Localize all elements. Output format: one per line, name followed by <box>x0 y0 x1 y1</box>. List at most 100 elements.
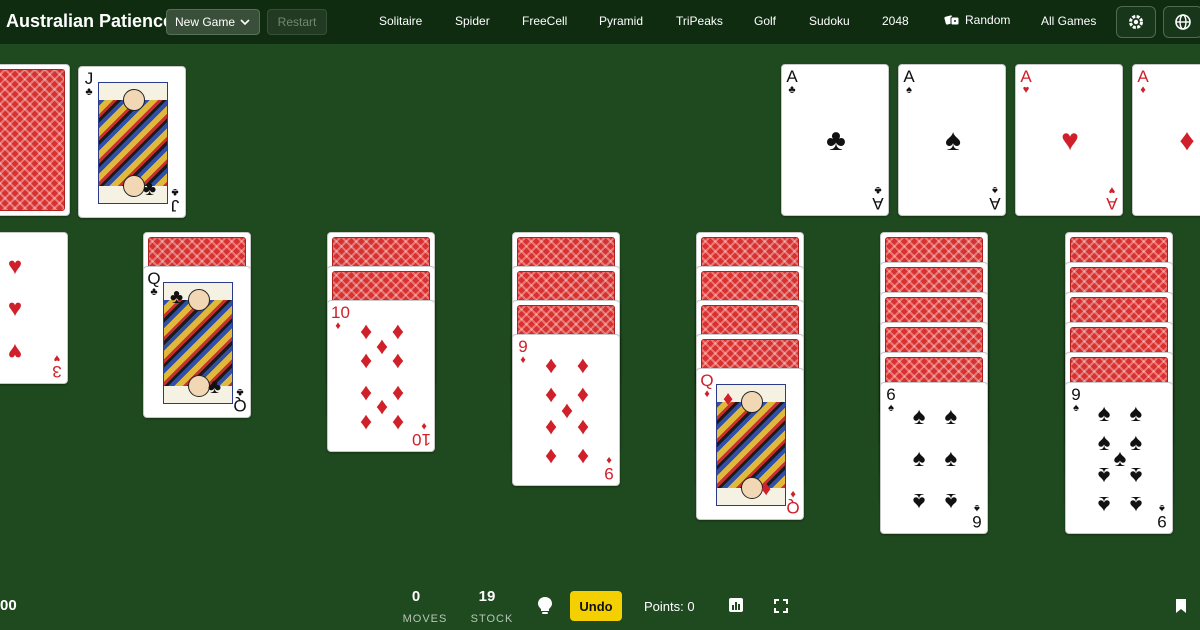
foundation-card[interactable]: A ♠ A ♠ ♠ <box>898 64 1006 216</box>
hint-button[interactable] <box>536 596 554 621</box>
card-index: 10 ♦ <box>412 420 431 449</box>
nav-2048[interactable]: 2048 <box>882 14 909 28</box>
app-title: Australian Patience <box>6 11 174 31</box>
card-pip: ♠ <box>912 445 926 472</box>
card-index: 9 ♠ <box>1157 502 1167 531</box>
settings-button[interactable] <box>1116 6 1156 38</box>
stock-label: STOCK <box>470 613 514 625</box>
card-pip: ♦ <box>576 413 589 441</box>
card-pip: ♦ <box>545 442 558 470</box>
chevron-down-icon <box>240 19 250 26</box>
card-pip: ♠ <box>912 402 926 430</box>
card-index: Q ♣ <box>233 386 247 415</box>
stock-count: 19 <box>478 588 496 605</box>
card-pip: ♠ <box>1129 461 1143 489</box>
face-suit: ♣ <box>170 286 184 308</box>
undo-button[interactable]: Undo <box>570 591 622 621</box>
gear-icon <box>1129 15 1143 29</box>
card-pip: ♦ <box>545 413 558 441</box>
card-pip: ♦ <box>391 347 404 375</box>
card-pip: ♠ <box>912 488 926 516</box>
restart-button[interactable]: Restart <box>267 9 327 35</box>
language-button[interactable] <box>1163 6 1200 38</box>
card-pip: ♣ <box>826 124 846 157</box>
nav-solitaire[interactable]: Solitaire <box>379 14 422 28</box>
card-index: Q ♦ <box>700 371 714 400</box>
foundation-card[interactable]: A ♥ A ♥ ♥ <box>1015 64 1123 216</box>
card-index: 6 ♠ <box>886 385 896 414</box>
card-pip: ♦ <box>1179 124 1195 157</box>
face-suit: ♣ <box>143 178 157 200</box>
card-index: Q ♣ <box>147 269 161 298</box>
new-game-label: New Game <box>174 15 236 29</box>
nav-pyramid[interactable]: Pyramid <box>599 14 643 28</box>
nav-freecell[interactable]: FreeCell <box>522 14 567 28</box>
card-index: A ♠ <box>903 67 915 96</box>
points-display: Points: 0 <box>644 599 695 614</box>
card-index: A ♠ <box>989 184 1001 213</box>
card-index: J ♣ <box>170 186 180 215</box>
nav-sudoku[interactable]: Sudoku <box>809 14 850 28</box>
foundation-card[interactable]: A ♣ A ♣ ♣ <box>781 64 889 216</box>
bookmark-icon <box>1176 599 1186 613</box>
card-index: 10 ♦ <box>331 303 350 332</box>
dice-icon <box>944 15 960 26</box>
card-index: 6 ♠ <box>972 502 982 531</box>
card-pip: ♠ <box>944 445 958 472</box>
tableau-card[interactable]: 6 ♠ 6 ♠ ♠ ♠ ♠ ♠ ♠ ♠ <box>880 382 988 534</box>
card-pip: ♥ <box>7 295 23 322</box>
card-index: A ♣ <box>872 184 884 213</box>
stock-pile[interactable] <box>0 64 70 216</box>
bookmark-button[interactable] <box>1175 599 1187 618</box>
face-suit: ♣ <box>208 376 222 398</box>
card-pip: ♥ <box>1061 124 1079 157</box>
card-pip: ♠ <box>1129 490 1143 518</box>
card-pip: ♠ <box>1097 490 1111 518</box>
moves-label: MOVES <box>402 613 448 625</box>
card-pip: ♦ <box>545 352 558 380</box>
nav-all-games[interactable]: All Games <box>1041 14 1096 28</box>
card-pip: ♠ <box>944 402 958 430</box>
new-game-button[interactable]: New Game <box>166 9 260 35</box>
card-pip: ♦ <box>576 442 589 470</box>
waste-card[interactable]: J ♣ ♣ J ♣ <box>78 66 186 218</box>
top-bar: Australian Patience New Game Restart Sol… <box>0 0 1200 44</box>
card-pip: ♦ <box>360 347 373 375</box>
card-index: 3 ♥ <box>52 352 62 381</box>
card-index: 9 ♠ <box>1071 385 1081 414</box>
nav-random[interactable]: Random <box>944 13 1010 27</box>
card-back <box>0 69 65 211</box>
lightbulb-icon <box>538 597 552 614</box>
card-pip: ♥ <box>7 252 23 280</box>
card-index: A ♥ <box>1106 184 1118 213</box>
card-pip: ♠ <box>945 124 961 157</box>
card-pip: ♦ <box>391 408 404 436</box>
card-index: Q ♦ <box>786 488 800 517</box>
nav-tripeaks[interactable]: TriPeaks <box>676 14 723 28</box>
fullscreen-icon <box>774 599 788 613</box>
nav-golf[interactable]: Golf <box>754 14 776 28</box>
tableau-card[interactable]: 9 ♠ 9 ♠ ♠ ♠ ♠ ♠ ♠ ♠ ♠ ♠ ♠ <box>1065 382 1173 534</box>
tableau-card[interactable]: Q ♦ Q ♦ ♦ ♦ <box>696 368 804 520</box>
globe-icon <box>1175 14 1191 30</box>
card-pip: ♦ <box>576 352 589 380</box>
foundation-card[interactable]: A♦A♦♦ <box>1132 64 1200 216</box>
nav-random-label: Random <box>965 13 1011 27</box>
tableau-card[interactable]: 10 ♦ 10 ♦ ♦ ♦ ♦ ♦ ♦ ♦ ♦ ♦ ♦ ♦ <box>327 300 435 452</box>
card-pip: ♠ <box>944 488 958 516</box>
fullscreen-button[interactable] <box>774 599 788 618</box>
stats-button[interactable] <box>729 598 743 617</box>
moves-count: 0 <box>411 588 421 605</box>
tableau-card[interactable]: 9 ♦ 9 ♦ ♦ ♦ ♦ ♦ ♦ ♦ ♦ ♦ ♦ <box>512 334 620 486</box>
nav-spider[interactable]: Spider <box>455 14 490 28</box>
face-suit: ♦ <box>723 388 734 410</box>
card-index: 9 ♦ <box>518 337 528 366</box>
jack-face-art <box>98 82 168 204</box>
tableau-card[interactable]: Q ♣ Q ♣ ♣ ♣ <box>143 266 251 418</box>
card-pip: ♠ <box>1129 400 1143 428</box>
tableau-card[interactable]: 3♥3♥♥♥♥ <box>0 232 68 384</box>
card-pip: ♠ <box>1097 461 1111 489</box>
card-index: A ♥ <box>1020 67 1032 96</box>
score-display: 00 <box>0 597 17 614</box>
face-suit: ♦ <box>761 478 772 500</box>
